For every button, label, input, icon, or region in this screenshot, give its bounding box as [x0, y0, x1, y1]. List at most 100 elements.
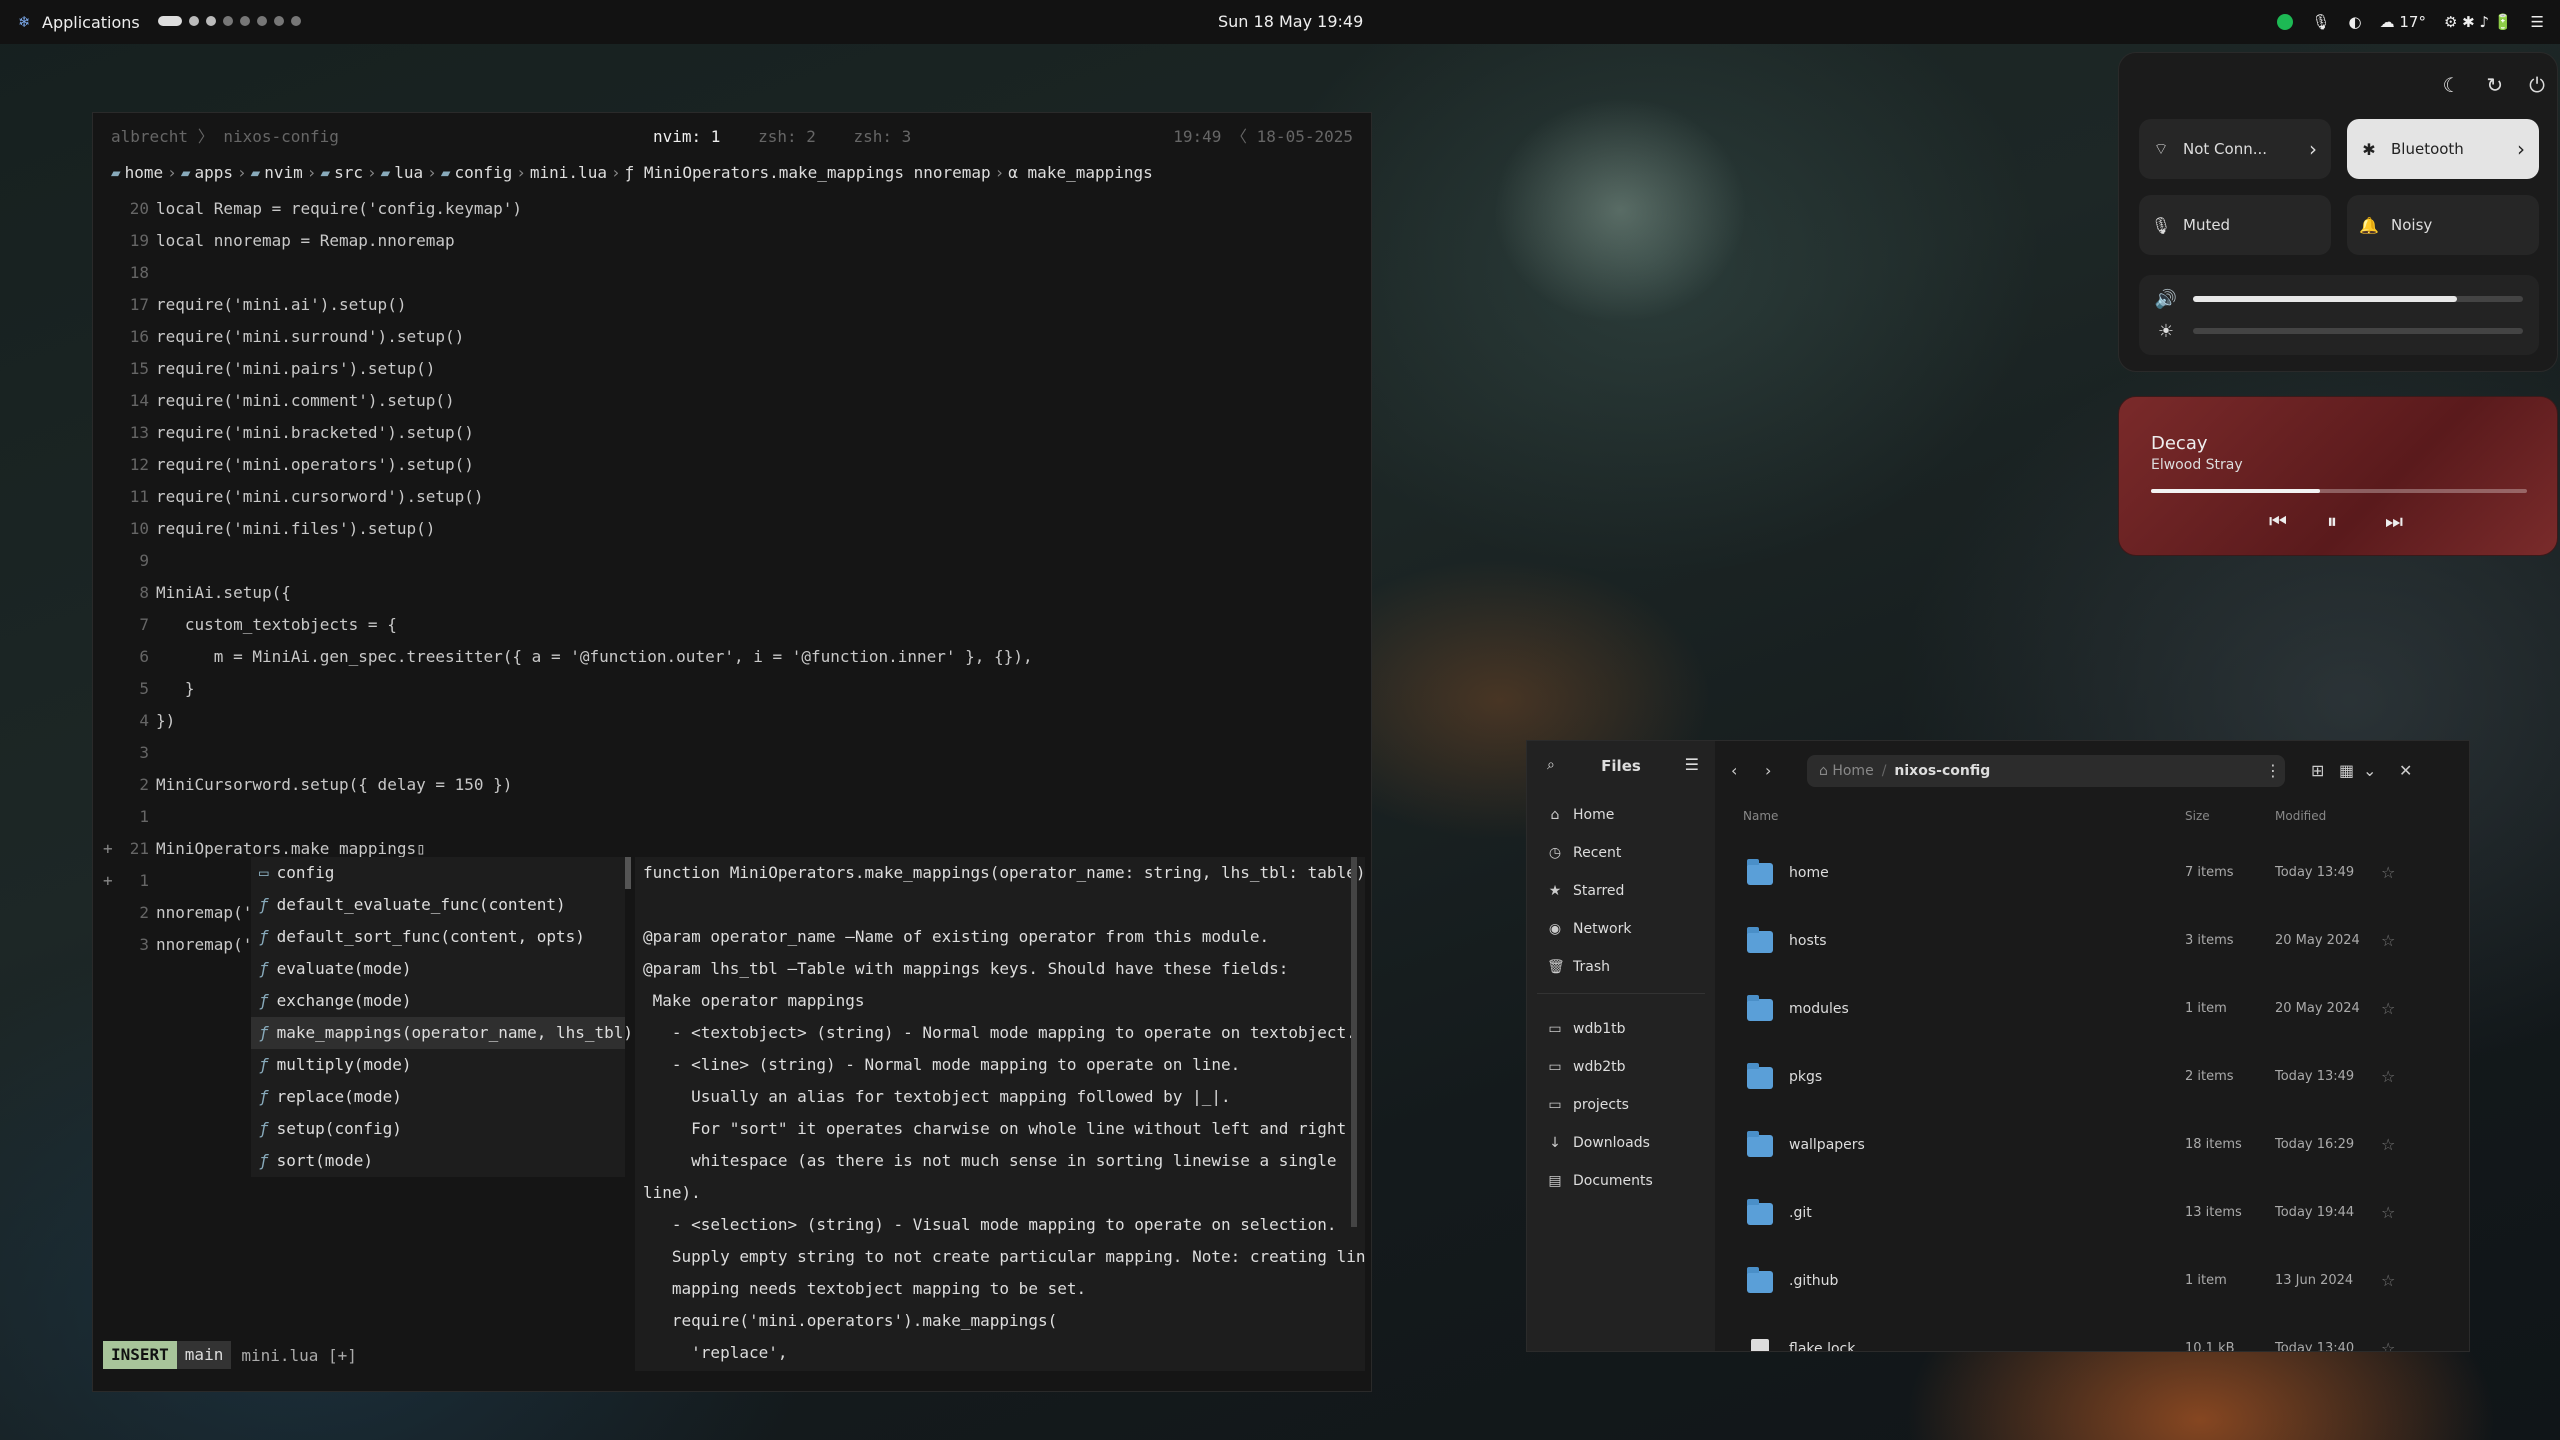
file-row[interactable]: home 7 items Today 13:49 ☆: [1715, 841, 2469, 909]
breadcrumb-item[interactable]: ƒ MiniOperators.make_mappings nnoremap: [625, 163, 991, 182]
path-current[interactable]: nixos-config: [1894, 763, 1990, 779]
code-line[interactable]: 20 local Remap = require('config.keymap'): [93, 193, 1371, 225]
refresh-icon[interactable]: ↻: [2486, 73, 2503, 97]
breadcrumb-item[interactable]: src: [334, 163, 363, 182]
menu-icon[interactable]: ☰: [1685, 755, 1699, 774]
code-line[interactable]: 19 local nnoremap = Remap.nnoremap: [93, 225, 1371, 257]
completion-scrollbar[interactable]: [625, 857, 631, 889]
chevron-right-icon[interactable]: ›: [2309, 137, 2317, 161]
more-options-icon[interactable]: ⋮: [2265, 761, 2281, 780]
sidebar-item-projects[interactable]: ▭ projects: [1547, 1091, 1629, 1119]
path-home[interactable]: ⌂ Home: [1819, 763, 1874, 779]
workspace-7[interactable]: [274, 16, 284, 26]
code-line[interactable]: 14 require('mini.comment').setup(): [93, 385, 1371, 417]
sidebar-item-home[interactable]: ⌂ Home: [1547, 801, 1615, 829]
completion-item[interactable]: ƒ replace(mode): [251, 1081, 625, 1113]
file-row[interactable]: .git 13 items Today 19:44 ☆: [1715, 1181, 2469, 1249]
workspace-8[interactable]: [291, 16, 301, 26]
applications-menu[interactable]: ❄ Applications: [18, 0, 140, 44]
completion-item[interactable]: ƒ sort(mode): [251, 1145, 625, 1177]
breadcrumb-item[interactable]: nvim: [264, 163, 303, 182]
code-line[interactable]: 9: [93, 545, 1371, 577]
breadcrumb-item[interactable]: home: [125, 163, 164, 182]
col-name[interactable]: Name: [1743, 809, 1778, 823]
tmux-tab[interactable]: zsh: 3: [854, 127, 912, 146]
sidebar-item-wdb1tb[interactable]: ▭ wdb1tb: [1547, 1015, 1625, 1043]
workspace-4[interactable]: [223, 16, 233, 26]
code-line[interactable]: 16 require('mini.surround').setup(): [93, 321, 1371, 353]
code-line[interactable]: 15 require('mini.pairs').setup(): [93, 353, 1371, 385]
next-icon[interactable]: ⏭: [2385, 509, 2403, 533]
breadcrumb-item[interactable]: α make_mappings: [1008, 163, 1153, 182]
code-line[interactable]: 7 custom_textobjects = {: [93, 609, 1371, 641]
breadcrumb-item[interactable]: mini.lua: [530, 163, 607, 182]
code-line[interactable]: 2 MiniCursorword.setup({ delay = 150 }): [93, 769, 1371, 801]
code-editor[interactable]: 20 local Remap = require('config.keymap')…: [93, 193, 1371, 961]
code-line[interactable]: 12 require('mini.operators').setup(): [93, 449, 1371, 481]
code-line[interactable]: 8 MiniAi.setup({: [93, 577, 1371, 609]
file-row[interactable]: hosts 3 items 20 May 2024 ☆: [1715, 909, 2469, 977]
path-bar[interactable]: ⌂ Home / nixos-config: [1807, 755, 2285, 787]
terminal-window[interactable]: albrecht 〉 nixos-config nvim: 1 zsh: 2 z…: [92, 112, 1372, 1392]
menu-icon[interactable]: ☰: [2531, 13, 2544, 31]
workspace-6[interactable]: [257, 16, 267, 26]
sidebar-item-downloads[interactable]: ↓ Downloads: [1547, 1129, 1650, 1157]
workspace-5[interactable]: [240, 16, 250, 26]
code-line[interactable]: 13 require('mini.bracketed').setup(): [93, 417, 1371, 449]
col-modified[interactable]: Modified: [2275, 809, 2326, 823]
code-line[interactable]: 5 }: [93, 673, 1371, 705]
file-row[interactable]: modules 1 item 20 May 2024 ☆: [1715, 977, 2469, 1045]
bluetooth-toggle[interactable]: ✱ Bluetooth ›: [2347, 119, 2539, 179]
volume-slider[interactable]: [2193, 296, 2523, 302]
view-grid-icon[interactable]: ▦: [2339, 761, 2354, 780]
col-size[interactable]: Size: [2185, 809, 2210, 823]
breadcrumb-item[interactable]: config: [454, 163, 512, 182]
new-folder-icon[interactable]: ⊞: [2311, 761, 2324, 780]
forward-icon[interactable]: ›: [1765, 761, 1771, 780]
mic-toggle[interactable]: 🎙 Muted: [2139, 195, 2331, 255]
sidebar-item-documents[interactable]: ▤ Documents: [1547, 1167, 1652, 1195]
code-line[interactable]: 11 require('mini.cursorword').setup(): [93, 481, 1371, 513]
star-icon[interactable]: ☆: [2381, 863, 2395, 882]
chevron-right-icon[interactable]: ›: [2517, 137, 2525, 161]
star-icon[interactable]: ☆: [2381, 931, 2395, 950]
brightness-slider[interactable]: [2193, 328, 2523, 334]
completion-item[interactable]: ƒ make_mappings(operator_name, lhs_tbl): [251, 1017, 633, 1049]
code-line[interactable]: 18: [93, 257, 1371, 289]
code-line[interactable]: 6 m = MiniAi.gen_spec.treesitter({ a = '…: [93, 641, 1371, 673]
completion-item[interactable]: ƒ default_evaluate_func(content): [251, 889, 625, 921]
completion-item[interactable]: ƒ evaluate(mode): [251, 953, 625, 985]
star-icon[interactable]: ☆: [2381, 1271, 2395, 1290]
workspace-1[interactable]: [158, 16, 182, 26]
night-light-icon[interactable]: ☾: [2442, 73, 2460, 97]
completion-item[interactable]: ƒ multiply(mode): [251, 1049, 625, 1081]
status-icons[interactable]: ⚙ ✱ ♪ 🔋: [2444, 13, 2513, 31]
spotify-icon[interactable]: [2277, 14, 2294, 30]
power-icon[interactable]: ⏻: [2529, 73, 2545, 97]
star-icon[interactable]: ☆: [2381, 1339, 2395, 1351]
completion-item[interactable]: ▭ config: [251, 857, 625, 889]
workspace-3[interactable]: [206, 16, 216, 26]
steam-icon[interactable]: ◐: [2349, 13, 2362, 31]
completion-item[interactable]: ƒ default_sort_func(content, opts): [251, 921, 625, 953]
sidebar-item-starred[interactable]: ★ Starred: [1547, 877, 1625, 905]
mic-muted-icon[interactable]: 🎙: [2311, 13, 2330, 31]
clock[interactable]: Sun 18 May 19:49: [1218, 0, 1363, 44]
code-line[interactable]: 1: [93, 801, 1371, 833]
sidebar-item-recent[interactable]: ◷ Recent: [1547, 839, 1622, 867]
breadcrumb-item[interactable]: lua: [394, 163, 423, 182]
workspace-2[interactable]: [189, 16, 199, 26]
file-row[interactable]: .github 1 item 13 Jun 2024 ☆: [1715, 1249, 2469, 1317]
sidebar-item-trash[interactable]: 🗑 Trash: [1547, 953, 1610, 981]
pause-icon[interactable]: ⏸: [2327, 509, 2337, 533]
documentation-scrollbar[interactable]: [1351, 857, 1357, 1227]
completion-item[interactable]: ƒ setup(config): [251, 1113, 625, 1145]
file-row[interactable]: flake.lock 10.1 kB Today 13:40 ☆: [1715, 1317, 2469, 1351]
star-icon[interactable]: ☆: [2381, 1067, 2395, 1086]
close-icon[interactable]: ✕: [2399, 761, 2412, 780]
notifications-toggle[interactable]: 🔔 Noisy: [2347, 195, 2539, 255]
sidebar-item-network[interactable]: ◉ Network: [1547, 915, 1632, 943]
star-icon[interactable]: ☆: [2381, 1203, 2395, 1222]
wifi-toggle[interactable]: ⌔ Not Conn... ›: [2139, 119, 2331, 179]
star-icon[interactable]: ☆: [2381, 999, 2395, 1018]
